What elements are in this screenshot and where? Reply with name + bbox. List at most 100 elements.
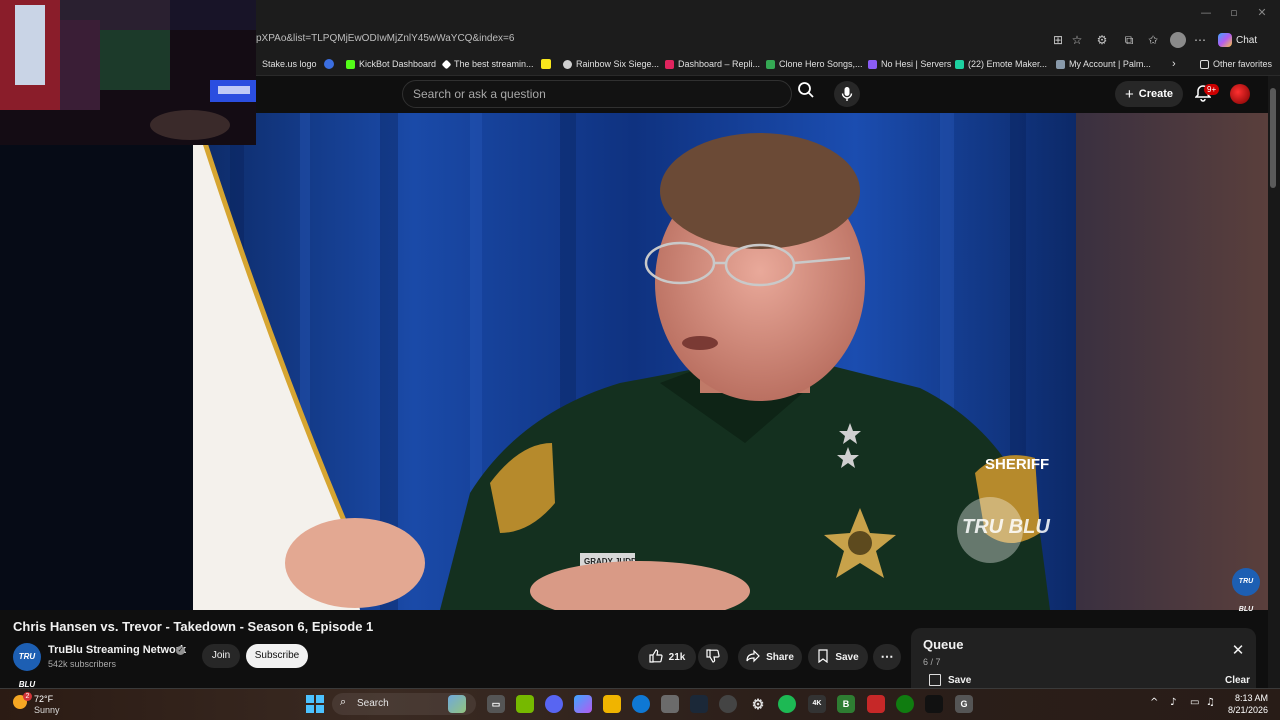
file-explorer-icon[interactable] (603, 695, 621, 713)
search-icon[interactable] (792, 81, 820, 107)
search-input[interactable]: Search or ask a question (413, 87, 546, 101)
maximize-icon[interactable]: ▫ (1224, 6, 1244, 22)
tray-chevron-icon[interactable]: ^ (1150, 697, 1158, 708)
windows-start-icon[interactable] (306, 695, 324, 713)
copilot-icon[interactable] (574, 695, 592, 713)
queue-title: Queue (923, 637, 964, 652)
bookmark-favicon (346, 59, 355, 69)
close-window-icon[interactable]: ✕ (1252, 6, 1272, 22)
create-label: Create (1138, 88, 1173, 100)
shoulder-patch-text: SHERIFF (985, 456, 1049, 473)
network-icon[interactable]: ▭ (1190, 697, 1199, 708)
video-player[interactable]: SHERIFF GRADY JUDD TRU BLU (0, 113, 1268, 610)
steam-icon[interactable] (690, 695, 708, 713)
bookmarks-overflow-chevron-icon[interactable]: › (1172, 57, 1176, 71)
profile-avatar[interactable] (1170, 32, 1186, 48)
bookmark-item[interactable] (324, 57, 334, 71)
video-frame: SHERIFF GRADY JUDD TRU BLU (0, 113, 1268, 610)
save-button[interactable]: Save (808, 644, 868, 670)
minimize-icon[interactable]: — (1196, 6, 1216, 22)
join-button[interactable]: Join (202, 644, 240, 668)
url-field[interactable]: pXPAo&list=TLPQMjEwODIwMjZnlY45wWaYCQ&in… (256, 33, 514, 44)
bookmark-label: My Account | Palm... (1069, 59, 1151, 69)
app-g-icon[interactable]: G (955, 695, 973, 713)
app-dark-icon[interactable] (925, 695, 943, 713)
weather-description[interactable]: Sunny (34, 705, 60, 715)
dislike-button[interactable] (698, 644, 728, 670)
taskbar-search-label[interactable]: Search (357, 698, 389, 709)
4k-app-icon[interactable]: 4K (808, 695, 826, 713)
webcam-overlay (0, 0, 256, 145)
bookmark-label: Stake.us logo (262, 59, 317, 69)
channel-avatar[interactable]: TRU BLU (13, 643, 41, 689)
settings-gear-icon[interactable]: ⚙ (749, 695, 767, 713)
extensions-icon[interactable]: ⚙ (1094, 32, 1110, 48)
edge-browser-icon[interactable] (632, 695, 650, 713)
clock-date[interactable]: 8/21/2026 (1214, 705, 1268, 715)
subscribe-button[interactable]: Subscribe (246, 644, 308, 668)
create-button[interactable]: + Create (1115, 81, 1183, 107)
copilot-chat-button[interactable]: Chat (1218, 32, 1257, 48)
spotify-icon[interactable] (778, 695, 796, 713)
queue-clear-button[interactable]: Clear (1225, 675, 1250, 686)
microphone-tray-icon[interactable]: ♪ (1170, 697, 1176, 708)
like-count: 21k (668, 651, 686, 663)
bookmark-item[interactable] (541, 57, 551, 71)
bookmark-label: KickBot Dashboard (359, 59, 437, 69)
queue-save-label[interactable]: Save (948, 675, 971, 686)
copilot-icon (1218, 33, 1232, 47)
bookmark-item[interactable]: The best streamin... (441, 57, 534, 71)
obs-icon[interactable] (719, 695, 737, 713)
account-avatar[interactable] (1230, 84, 1250, 104)
bookmark-item[interactable]: My Account | Palm... (1056, 57, 1151, 71)
xbox-icon[interactable] (896, 695, 914, 713)
task-view-icon[interactable]: ▭ (487, 695, 505, 713)
video-watermark: TRU BLU (962, 516, 1050, 538)
channel-watermark-button[interactable]: TRU BLU (1232, 568, 1260, 613)
bookmark-favicon (955, 59, 964, 69)
queue-position: 6 / 7 (923, 657, 941, 667)
notification-count-badge: 9+ (1204, 84, 1220, 95)
bookmark-item[interactable]: Rainbow Six Siege... (563, 57, 659, 71)
share-button[interactable]: Share (738, 644, 802, 670)
widget-thumbnail[interactable] (448, 695, 466, 713)
favorite-star-icon[interactable]: ☆ (1069, 32, 1085, 48)
thumbs-up-icon (649, 648, 663, 666)
thumbs-down-icon (706, 648, 720, 666)
more-menu-icon[interactable]: ⋯ (1192, 32, 1208, 48)
save-checkbox-icon[interactable] (929, 674, 941, 686)
bookmark-favicon (441, 59, 452, 69)
bookmark-label: Rainbow Six Siege... (576, 59, 660, 69)
microphone-icon[interactable] (834, 81, 860, 107)
bookmark-item[interactable]: No Hesi | Servers (868, 57, 951, 71)
plus-icon: + (1124, 85, 1134, 103)
nvidia-icon[interactable] (516, 695, 534, 713)
other-favorites[interactable]: Other favorites (1200, 57, 1272, 71)
bookmark-label: No Hesi | Servers (881, 59, 952, 69)
bookmark-item[interactable]: Dashboard – Repli... (665, 57, 760, 71)
discord-icon[interactable] (545, 695, 563, 713)
app-red-icon[interactable] (867, 695, 885, 713)
folder-icon (1200, 59, 1209, 69)
weather-temperature[interactable]: 72°F (34, 694, 53, 704)
bookmark-item[interactable]: (22) Emote Maker... (955, 57, 1047, 71)
store-icon[interactable] (661, 695, 679, 713)
close-icon[interactable]: ✕ (1229, 642, 1247, 660)
split-screen-icon[interactable]: ⧉ (1121, 32, 1137, 48)
bookmark-item[interactable]: Stake.us logo (262, 57, 317, 71)
bookmark-favicon (541, 59, 551, 69)
clock-time[interactable]: 8:13 AM (1224, 693, 1268, 703)
channel-name[interactable]: TruBlu Streaming Network (48, 644, 186, 656)
bookmark-item[interactable]: KickBot Dashboard (346, 57, 436, 71)
favorites-icon[interactable]: ✩ (1145, 32, 1161, 48)
save-label: Save (835, 651, 859, 663)
bookmark-item[interactable]: Clone Hero Songs,... (766, 57, 863, 71)
app-available-icon[interactable]: ⊞ (1050, 32, 1066, 48)
like-button[interactable]: 21k (638, 644, 696, 670)
video-title: Chris Hansen vs. Trevor - Takedown - Sea… (13, 619, 374, 634)
app-b-icon[interactable]: B (837, 695, 855, 713)
bookmark-favicon (665, 59, 674, 69)
bookmark-label: Clone Hero Songs,... (779, 59, 863, 69)
scrollbar-thumb[interactable] (1270, 88, 1276, 188)
more-actions-icon[interactable]: ⋯ (873, 644, 901, 670)
